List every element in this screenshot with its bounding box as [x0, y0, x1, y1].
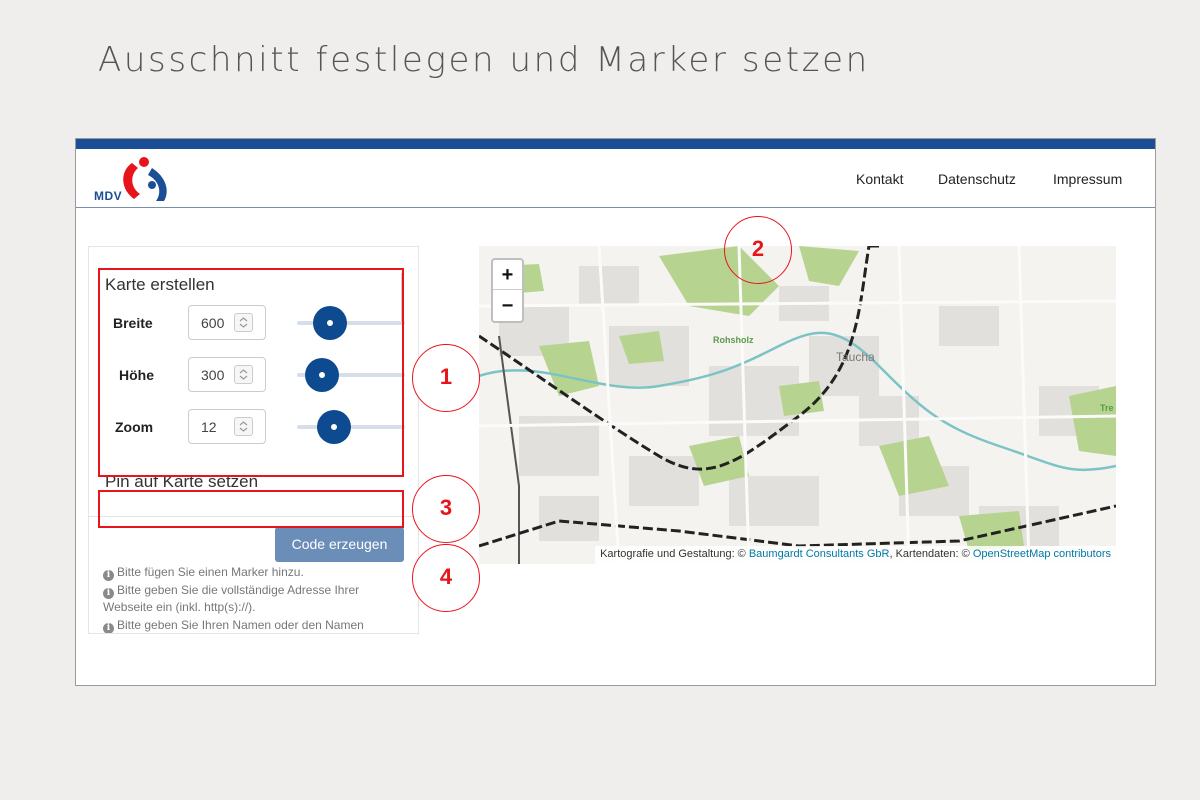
hint-2: i Bitte geben Sie die vollständige Adress… — [103, 583, 359, 599]
map-attribution: Kartografie und Gestaltung: © Baumgardt … — [595, 546, 1116, 564]
page-title: Ausschnitt festlegen und Marker setzen — [98, 40, 870, 80]
map-label-tre: Tre — [1100, 403, 1114, 413]
annotation-marker-2: 2 — [724, 216, 792, 284]
annotation-marker-3: 3 — [412, 475, 480, 543]
nav-kontakt[interactable]: Kontakt — [856, 171, 903, 187]
nav-impressum[interactable]: Impressum — [1053, 171, 1122, 187]
attribution-link-baumgardt[interactable]: Baumgardt Consultants GbR — [749, 548, 890, 560]
annotation-box-3 — [98, 490, 404, 528]
map-zoom-control: + − — [491, 258, 524, 323]
map-view[interactable]: Taucha Rohsholz Tre + − Kartografie und … — [479, 246, 1116, 564]
hint-1: i Bitte fügen Sie einen Marker hinzu. — [103, 565, 304, 581]
attribution-link-osm[interactable]: OpenStreetMap contributors — [973, 548, 1111, 560]
annotation-box-1 — [98, 268, 404, 477]
top-accent-bar — [76, 139, 1155, 149]
zoom-out-button[interactable]: − — [493, 291, 522, 321]
annotation-marker-1: 1 — [412, 344, 480, 412]
map-tiles: Taucha Rohsholz Tre — [479, 246, 1116, 564]
mdv-logo[interactable]: MDV — [90, 153, 180, 205]
info-icon: i — [103, 588, 114, 599]
code-erzeugen-button[interactable]: Code erzeugen — [275, 527, 404, 562]
hint-3: i Bitte geben Sie Ihren Namen oder den Na… — [103, 618, 364, 633]
map-label-taucha: Taucha — [836, 350, 875, 364]
annotation-marker-4: 4 — [412, 544, 480, 612]
site-header: MDV Kontakt Datenschutz Impressum — [76, 149, 1155, 208]
info-icon: i — [103, 623, 114, 633]
map-label-rohsholz: Rohsholz — [713, 335, 754, 345]
hint-2-cont: Webseite ein (inkl. http(s)://). — [103, 600, 256, 614]
zoom-in-button[interactable]: + — [493, 260, 522, 290]
logo-text: MDV — [94, 189, 123, 203]
info-icon: i — [103, 570, 114, 581]
nav-datenschutz[interactable]: Datenschutz — [938, 171, 1016, 187]
